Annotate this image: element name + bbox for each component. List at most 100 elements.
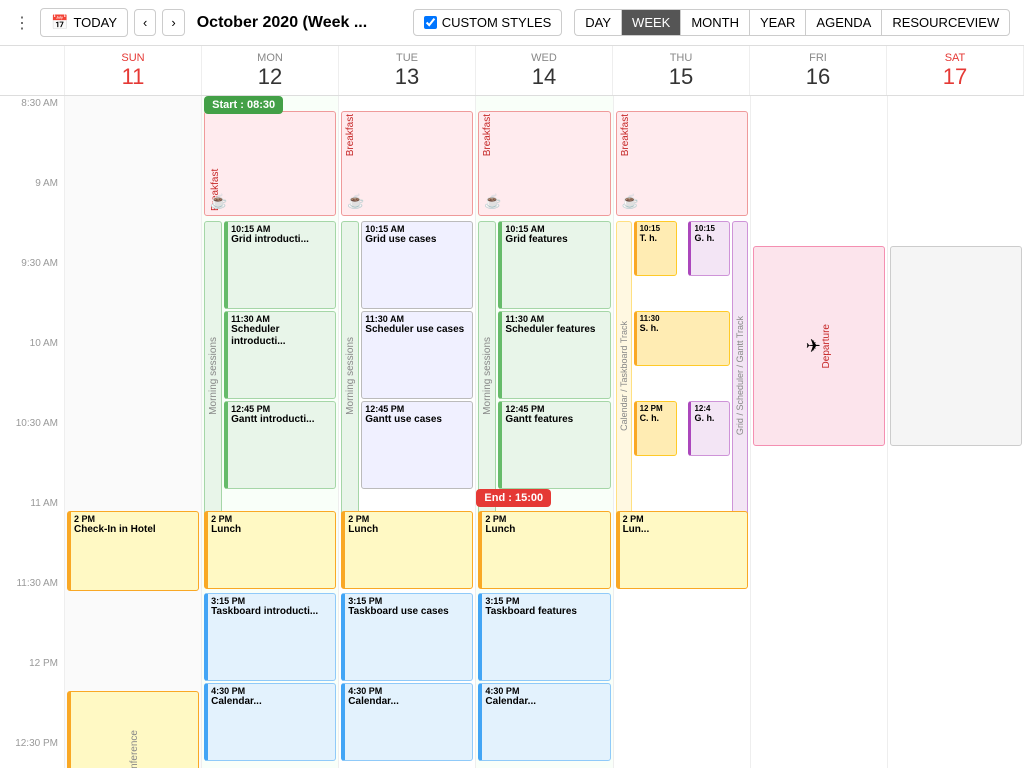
morning-sessions-mon: Morning sessions (204, 221, 222, 531)
event-time: 12:45 PM (505, 404, 606, 414)
time-empty2 (0, 216, 64, 256)
day-wed[interactable]: Breakfast ☕ Morning sessions 10:15 AM Gr… (476, 96, 613, 768)
time-empty3 (0, 296, 64, 336)
view-month[interactable]: MONTH (680, 9, 749, 36)
event-mon-breakfast[interactable]: Breakfast ☕ (204, 111, 336, 216)
day-header-wed: Wed 14 (476, 46, 613, 95)
time-column: 8:30 AM 9 AM 9:30 AM 10 AM 10:30 AM 11 A… (0, 96, 65, 768)
event-wed-taskboard[interactable]: 3:15 PM Taskboard features (478, 593, 610, 681)
event-mon-gantt[interactable]: 12:45 PM Gantt introducti... (224, 401, 336, 489)
day-fri[interactable]: ✈ Departure (751, 96, 888, 768)
view-year[interactable]: YEAR (749, 9, 805, 36)
day-thu[interactable]: Breakfast ☕ Calendar / Taskboard Track G… (614, 96, 751, 768)
event-time: 3:15 PM (348, 596, 469, 606)
view-week[interactable]: WEEK (621, 9, 680, 36)
event-mon-taskboard[interactable]: 3:15 PM Taskboard introducti... (204, 593, 336, 681)
day-header-row: Sun 11 Mon 12 Tue 13 Wed 14 Thu 15 Fri 1… (0, 46, 1024, 96)
today-label: TODAY (73, 15, 117, 30)
time-1130: 11:30 AM (0, 576, 64, 616)
day-sun[interactable]: 2 PM Check-In in Hotel Conference (65, 96, 202, 768)
day-header-mon: Mon 12 (202, 46, 339, 95)
event-time: 2 PM (74, 514, 195, 524)
event-title: Grid introducti... (231, 234, 332, 246)
event-time: 12:4 (694, 404, 725, 413)
event-time: 3:15 PM (485, 596, 606, 606)
next-button[interactable]: › (162, 9, 184, 36)
today-button[interactable]: 📅 TODAY (40, 8, 128, 37)
event-tue-gantt[interactable]: 12:45 PM Gantt use cases (361, 401, 473, 489)
time-9: 9 AM (0, 176, 64, 216)
day-mon[interactable]: Start : 08:30 Breakfast ☕ Morning sessio… (202, 96, 339, 768)
event-thu-t5[interactable]: 12:4 G. h. (688, 401, 729, 456)
event-mon-scheduler[interactable]: 11:30 AM Scheduler introducti... (224, 311, 336, 399)
event-mon-lunch[interactable]: 2 PM Lunch (204, 511, 336, 589)
event-tue-scheduler[interactable]: 11:30 AM Scheduler use cases (361, 311, 473, 399)
day-name-thu: Thu (670, 52, 693, 64)
custom-styles-input[interactable] (424, 16, 437, 29)
event-wed-cal[interactable]: 4:30 PM Calendar... (478, 683, 610, 761)
time-empty8 (0, 696, 64, 736)
morning-label: Morning sessions (208, 337, 219, 415)
day-number-sun: 11 (122, 64, 145, 90)
event-title: Grid use cases (365, 234, 469, 246)
event-tue-breakfast[interactable]: Breakfast ☕ (341, 111, 473, 216)
event-thu-t4[interactable]: 12 PM C. h. (634, 401, 678, 456)
custom-styles-checkbox[interactable]: CUSTOM STYLES (413, 9, 563, 36)
event-mon-cal[interactable]: 4:30 PM Calendar... (204, 683, 336, 761)
day-name-mon: Mon (257, 52, 283, 64)
event-wed-gantt[interactable]: 12:45 PM Gantt features (498, 401, 610, 489)
event-title: Grid features (505, 234, 606, 246)
view-agenda[interactable]: AGENDA (805, 9, 881, 36)
day-tue[interactable]: Breakfast ☕ Morning sessions 10:15 AM Gr… (339, 96, 476, 768)
event-time: 11:30 AM (505, 314, 606, 324)
event-time: 12:45 PM (365, 404, 469, 414)
event-tue-taskboard[interactable]: 3:15 PM Taskboard use cases (341, 593, 473, 681)
event-thu-t3[interactable]: 11:30 S. h. (634, 311, 730, 366)
time-empty5 (0, 456, 64, 496)
time-empty4 (0, 376, 64, 416)
view-resourceview[interactable]: RESOURCEVIEW (881, 9, 1010, 36)
event-time: 10:15 AM (231, 224, 332, 234)
event-thu-lunch[interactable]: 2 PM Lun... (616, 511, 748, 589)
departure-label: Departure (821, 324, 832, 368)
event-time: 11:30 AM (365, 314, 469, 324)
event-thu-t2[interactable]: 10:15 G. h. (688, 221, 729, 276)
event-thu-t1[interactable]: 10:15 T. h. (634, 221, 678, 276)
event-title: Gantt introducti... (231, 414, 332, 426)
view-day[interactable]: DAY (574, 9, 621, 36)
menu-dots-icon[interactable]: ⋮ (10, 9, 34, 37)
event-time: 10:15 (694, 224, 725, 233)
event-wed-breakfast[interactable]: Breakfast ☕ (478, 111, 610, 216)
event-mon-grid[interactable]: 10:15 AM Grid introducti... (224, 221, 336, 309)
event-fri-departure[interactable]: ✈ Departure (753, 246, 885, 446)
event-tue-lunch[interactable]: 2 PM Lunch (341, 511, 473, 589)
event-time: 4:30 PM (211, 686, 332, 696)
event-time: 4:30 PM (348, 686, 469, 696)
calendar-body: 8:30 AM 9 AM 9:30 AM 10 AM 10:30 AM 11 A… (0, 96, 1024, 768)
view-buttons: DAY WEEK MONTH YEAR AGENDA RESOURCEVIEW (574, 9, 1010, 36)
event-title: Check-In in Hotel (74, 524, 195, 536)
event-title: Gantt features (505, 414, 606, 426)
event-wed-grid[interactable]: 10:15 AM Grid features (498, 221, 610, 309)
event-tue-grid[interactable]: 10:15 AM Grid use cases (361, 221, 473, 309)
time-10: 10 AM (0, 336, 64, 376)
event-check-in[interactable]: 2 PM Check-In in Hotel (67, 511, 199, 591)
time-1230: 12:30 PM (0, 736, 64, 768)
event-time: 12 PM (640, 404, 674, 413)
event-thu-breakfast[interactable]: Breakfast ☕ (616, 111, 748, 216)
track-label2: Grid / Scheduler / Gantt Track (735, 316, 745, 435)
day-header-thu: Thu 15 (613, 46, 750, 95)
event-title: Scheduler introducti... (231, 324, 332, 348)
track-label: Calendar / Taskboard Track (619, 321, 629, 431)
event-time: 4:30 PM (485, 686, 606, 696)
custom-styles-label: CUSTOM STYLES (442, 15, 552, 30)
event-conference[interactable]: Conference (67, 691, 199, 768)
event-wed-lunch[interactable]: 2 PM Lunch (478, 511, 610, 589)
prev-button[interactable]: ‹ (134, 9, 156, 36)
event-tue-cal[interactable]: 4:30 PM Calendar... (341, 683, 473, 761)
event-wed-scheduler[interactable]: 11:30 AM Scheduler features (498, 311, 610, 399)
day-sat[interactable] (888, 96, 1024, 768)
time-11: 11 AM (0, 496, 64, 536)
day-name-wed: Wed (531, 52, 557, 64)
calendar-icon: 📅 (51, 14, 68, 31)
